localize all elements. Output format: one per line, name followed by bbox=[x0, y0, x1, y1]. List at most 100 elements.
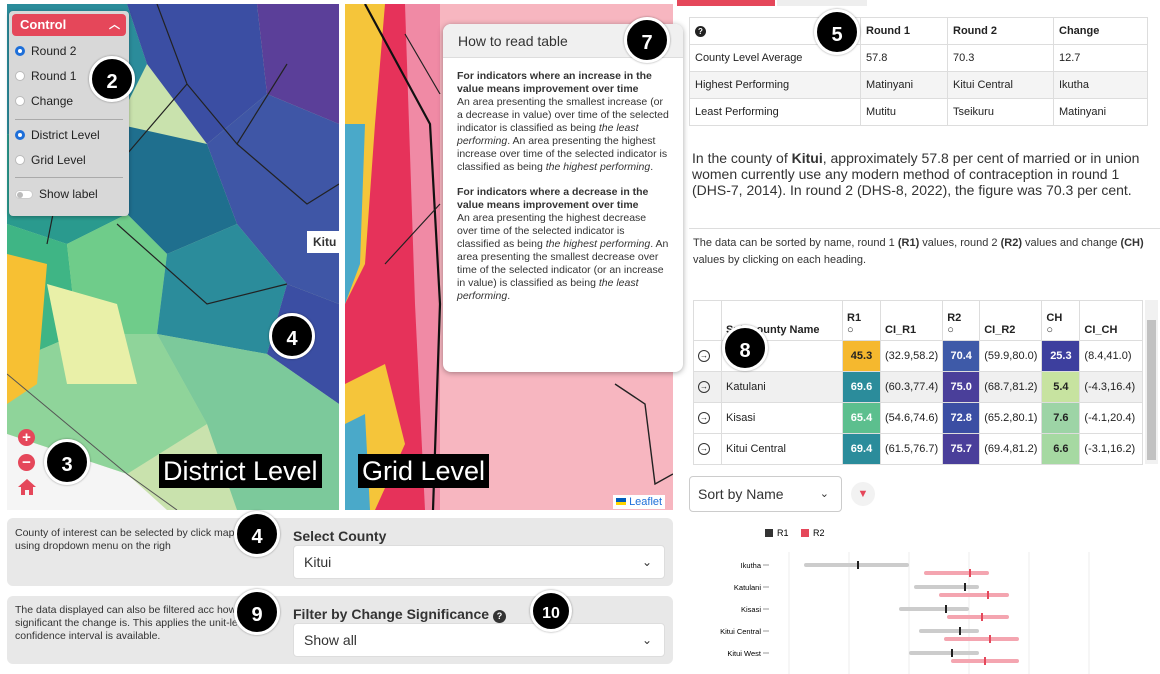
badge-4b: 4 bbox=[234, 511, 280, 557]
header-ci-r1[interactable]: CI_R1 bbox=[879, 300, 944, 341]
sort-direction-button[interactable]: ▼ bbox=[851, 482, 875, 506]
name-cell: Kitui Central bbox=[721, 433, 843, 465]
table-row[interactable]: → Kitui Central 69.4 (61.5,76.7) 75.7 (69.4,8… bbox=[693, 433, 1143, 465]
table-header-row: ? Round 1 Round 2 Change bbox=[689, 17, 1148, 45]
county-select[interactable]: Kitui ⌄ bbox=[293, 545, 665, 579]
home-icon[interactable] bbox=[17, 478, 37, 496]
table-row[interactable]: → Kisasi 65.4 (54.6,74.6) 72.8 (65.2,80.1) 7.6… bbox=[693, 402, 1143, 434]
help-icon[interactable]: ? bbox=[492, 610, 506, 623]
header-cell[interactable]: Round 1 bbox=[860, 17, 948, 45]
badge-2: 2 bbox=[89, 56, 135, 102]
filter-value: Show all bbox=[304, 632, 357, 648]
ci-r2-cell: (65.2,80.1) bbox=[979, 402, 1043, 434]
header-ci-ch[interactable]: CI_CH bbox=[1079, 300, 1143, 341]
header-ch[interactable]: CH ○ bbox=[1041, 300, 1081, 341]
r1-interval bbox=[804, 563, 909, 567]
badge-5: 5 bbox=[814, 9, 860, 55]
option-round2[interactable]: Round 2 bbox=[15, 44, 76, 58]
header-cell[interactable]: Round 2 bbox=[947, 17, 1054, 45]
cell: Matinyani bbox=[1053, 98, 1148, 126]
ci-r2-cell: (69.4,81.2) bbox=[979, 433, 1043, 465]
chevron-down-icon: ⌄ bbox=[819, 488, 829, 500]
cell: Mutitu bbox=[860, 98, 948, 126]
radio-icon bbox=[15, 96, 25, 106]
row-expand-button[interactable]: → bbox=[693, 433, 722, 465]
county-panel: County of interest can be selected by cl… bbox=[7, 518, 673, 586]
howto-text: . bbox=[507, 290, 511, 302]
howto-text: the highest performing bbox=[545, 238, 651, 250]
tab-active[interactable] bbox=[677, 0, 775, 6]
radio-icon bbox=[15, 46, 25, 56]
zoom-in-button[interactable]: + bbox=[18, 429, 35, 446]
option-label: Round 1 bbox=[31, 69, 77, 83]
zoom-out-button[interactable]: − bbox=[18, 454, 35, 471]
howto-heading-increase: For indicators where an increase in the … bbox=[457, 70, 652, 95]
badge-10: 10 bbox=[530, 590, 572, 632]
badge-3: 3 bbox=[44, 439, 90, 485]
control-header[interactable]: Control ︿ bbox=[12, 14, 126, 36]
show-label-toggle[interactable]: Show label bbox=[15, 187, 98, 201]
scrollbar-thumb[interactable] bbox=[1147, 320, 1156, 460]
map-attribution[interactable]: Leaflet bbox=[613, 495, 666, 509]
option-grid-level[interactable]: Grid Level bbox=[15, 153, 86, 167]
attribution-link[interactable]: Leaflet bbox=[629, 496, 662, 508]
r1-cell: 69.6 bbox=[842, 371, 881, 403]
row-expand-button[interactable]: → bbox=[693, 402, 722, 434]
header-r1[interactable]: R1 ○ bbox=[842, 300, 881, 341]
legend-r1: R1 bbox=[777, 528, 789, 538]
option-label: Show label bbox=[39, 187, 98, 201]
header-r2[interactable]: R2 ○ bbox=[942, 300, 981, 341]
cell: 12.7 bbox=[1053, 44, 1148, 72]
option-round1[interactable]: Round 1 bbox=[15, 69, 76, 83]
subcounty-table: Sub-county Name R1 ○ CI_R1 R2 ○ CI_R2 CH ○ … bbox=[693, 300, 1143, 465]
header-label: CI_R1 bbox=[885, 324, 917, 336]
header-cell bbox=[693, 300, 722, 341]
ci-ch-cell: (-4.3,16.4) bbox=[1079, 371, 1143, 403]
option-change[interactable]: Change bbox=[15, 94, 73, 108]
note-part: The data can be sorted by name, round 1 bbox=[693, 237, 898, 249]
header-ci-r2[interactable]: CI_R2 bbox=[979, 300, 1043, 341]
option-district-level[interactable]: District Level bbox=[15, 128, 100, 142]
r2-cell: 72.8 bbox=[942, 402, 981, 434]
cell: Ikutha bbox=[1053, 71, 1148, 99]
table-scrollbar[interactable] bbox=[1145, 300, 1158, 464]
tab-inactive[interactable] bbox=[777, 0, 867, 6]
r1-point bbox=[964, 583, 966, 591]
r2-point bbox=[969, 569, 971, 577]
howto-text: the highest performing bbox=[545, 161, 651, 173]
ci-r1-cell: (54.6,74.6) bbox=[879, 402, 944, 434]
forest-row-label: Ikutha bbox=[741, 561, 762, 570]
filter-title-text: Filter by Change Significance bbox=[293, 606, 490, 622]
county-help-text: County of interest can be selected by cl… bbox=[15, 527, 247, 552]
note-part: (R1) bbox=[897, 237, 920, 249]
filter-select[interactable]: Show all ⌄ bbox=[293, 623, 665, 657]
cell: 70.3 bbox=[947, 44, 1054, 72]
table-row[interactable]: → Katulani 69.6 (60.3,77.4) 75.0 (68.7,81.2) 5… bbox=[693, 371, 1143, 403]
header-cell[interactable]: Change bbox=[1053, 17, 1148, 45]
cell: Highest Performing bbox=[689, 71, 861, 99]
badge-7: 7 bbox=[624, 17, 670, 63]
name-cell: Kisasi bbox=[721, 402, 843, 434]
r2-point bbox=[989, 635, 991, 643]
place-label: Kitu bbox=[307, 231, 343, 253]
row-expand-button[interactable]: → bbox=[693, 340, 722, 372]
note-part: (R2) bbox=[1000, 237, 1022, 249]
option-label: Round 2 bbox=[31, 44, 77, 58]
ch-cell: 7.6 bbox=[1041, 402, 1081, 434]
row-expand-button[interactable]: → bbox=[693, 371, 722, 403]
badge-8: 8 bbox=[722, 325, 768, 371]
divider bbox=[15, 177, 123, 178]
divider bbox=[689, 228, 1160, 229]
comparison-table: ? Round 1 Round 2 Change County Level Av… bbox=[689, 17, 1148, 126]
flag-icon bbox=[616, 498, 626, 505]
sort-select[interactable]: Sort by Name ⌄ bbox=[689, 476, 842, 512]
radio-icon bbox=[15, 71, 25, 81]
cell: Tseikuru bbox=[947, 98, 1054, 126]
name-cell: Katulani bbox=[721, 371, 843, 403]
r1-point bbox=[951, 649, 953, 657]
ch-cell: 6.6 bbox=[1041, 433, 1081, 465]
county-value: Kitui bbox=[304, 554, 332, 570]
district-level-label: District Level bbox=[159, 454, 322, 488]
filter-panel: The data displayed can also be filtered … bbox=[7, 596, 673, 664]
table-row: Least Performing Mutitu Tseikuru Matinyani bbox=[689, 98, 1148, 126]
